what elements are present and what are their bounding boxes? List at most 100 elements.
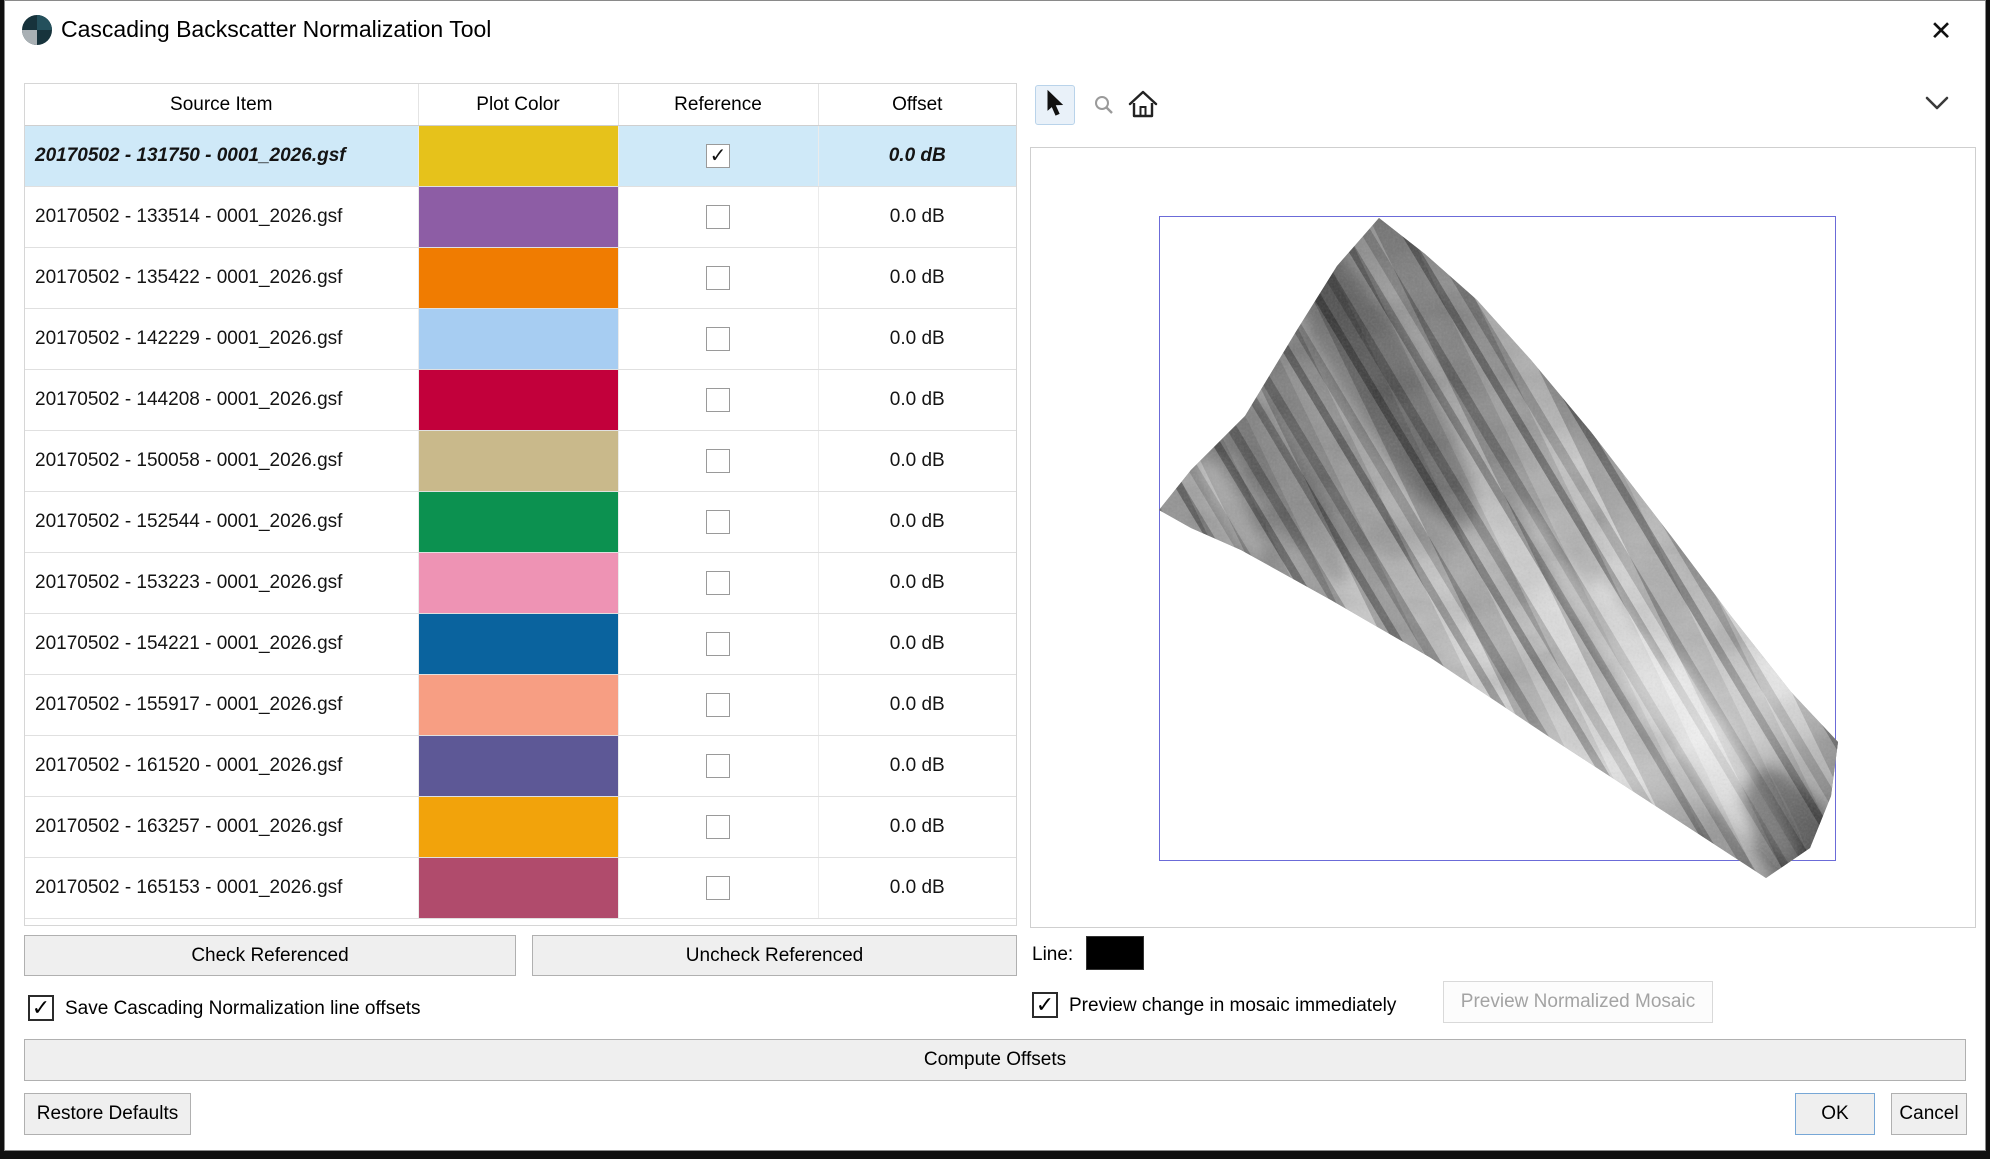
table-row[interactable]: 20170502 - 142229 - 0001_2026.gsf 0.0 dB	[25, 309, 1016, 370]
plot-color-cell[interactable]	[418, 675, 618, 736]
offset-cell[interactable]: 0.0 dB	[818, 370, 1016, 431]
col-header-plot-color[interactable]: Plot Color	[418, 84, 618, 126]
source-item-cell[interactable]: 20170502 - 154221 - 0001_2026.gsf	[25, 614, 418, 675]
offset-cell[interactable]: 0.0 dB	[818, 858, 1016, 919]
preview-immediately-checkbox[interactable]: ✓	[1032, 992, 1058, 1018]
table-row[interactable]: 20170502 - 155917 - 0001_2026.gsf 0.0 dB	[25, 675, 1016, 736]
table-row[interactable]: 20170502 - 144208 - 0001_2026.gsf 0.0 dB	[25, 370, 1016, 431]
table-row[interactable]: 20170502 - 152544 - 0001_2026.gsf 0.0 dB	[25, 492, 1016, 553]
reference-checkbox[interactable]	[706, 876, 730, 900]
reference-checkbox[interactable]	[706, 632, 730, 656]
reference-cell[interactable]	[618, 797, 818, 858]
reference-checkbox[interactable]: ✓	[706, 144, 730, 168]
reference-checkbox[interactable]	[706, 388, 730, 412]
reference-cell[interactable]	[618, 675, 818, 736]
plot-color-cell[interactable]	[418, 858, 618, 919]
table-row[interactable]: 20170502 - 133514 - 0001_2026.gsf 0.0 dB	[25, 187, 1016, 248]
source-item-cell[interactable]: 20170502 - 163257 - 0001_2026.gsf	[25, 797, 418, 858]
source-item-cell[interactable]: 20170502 - 144208 - 0001_2026.gsf	[25, 370, 418, 431]
save-offsets-checkbox[interactable]: ✓	[28, 995, 54, 1021]
plot-color-cell[interactable]	[418, 736, 618, 797]
plot-color-cell[interactable]	[418, 187, 618, 248]
select-tool-button[interactable]	[1035, 85, 1075, 125]
table-row[interactable]: 20170502 - 165153 - 0001_2026.gsf 0.0 dB	[25, 858, 1016, 919]
source-item-cell[interactable]: 20170502 - 155917 - 0001_2026.gsf	[25, 675, 418, 736]
table-row[interactable]: 20170502 - 150058 - 0001_2026.gsf 0.0 dB	[25, 431, 1016, 492]
offset-cell[interactable]: 0.0 dB	[818, 309, 1016, 370]
reference-cell[interactable]	[618, 858, 818, 919]
plot-color-cell[interactable]	[418, 492, 618, 553]
reference-checkbox[interactable]	[706, 449, 730, 473]
table-row[interactable]: 20170502 - 161520 - 0001_2026.gsf 0.0 dB	[25, 736, 1016, 797]
source-item-cell[interactable]: 20170502 - 133514 - 0001_2026.gsf	[25, 187, 418, 248]
col-header-reference[interactable]: Reference	[618, 84, 818, 126]
ok-button[interactable]: OK	[1795, 1093, 1875, 1135]
offset-cell[interactable]: 0.0 dB	[818, 248, 1016, 309]
reference-checkbox[interactable]	[706, 815, 730, 839]
reference-checkbox[interactable]	[706, 693, 730, 717]
source-item-cell[interactable]: 20170502 - 135422 - 0001_2026.gsf	[25, 248, 418, 309]
uncheck-referenced-button[interactable]: Uncheck Referenced	[532, 935, 1017, 976]
source-item-cell[interactable]: 20170502 - 161520 - 0001_2026.gsf	[25, 736, 418, 797]
restore-defaults-button[interactable]: Restore Defaults	[24, 1093, 191, 1135]
plot-color-cell[interactable]	[418, 797, 618, 858]
reference-cell[interactable]: ✓	[618, 126, 818, 187]
offset-cell[interactable]: 0.0 dB	[818, 736, 1016, 797]
reference-cell[interactable]	[618, 248, 818, 309]
plot-color-cell[interactable]	[418, 614, 618, 675]
reference-cell[interactable]	[618, 370, 818, 431]
compute-offsets-button[interactable]: Compute Offsets	[24, 1039, 1966, 1081]
reference-checkbox[interactable]	[706, 754, 730, 778]
source-item-cell[interactable]: 20170502 - 165153 - 0001_2026.gsf	[25, 858, 418, 919]
offset-cell[interactable]: 0.0 dB	[818, 614, 1016, 675]
collapse-panel-button[interactable]	[1923, 96, 1951, 114]
close-icon[interactable]: ✕	[1923, 13, 1959, 49]
table-row[interactable]: 20170502 - 131750 - 0001_2026.gsf ✓ 0.0 dB	[25, 126, 1016, 187]
offset-cell[interactable]: 0.0 dB	[818, 431, 1016, 492]
reference-cell[interactable]	[618, 187, 818, 248]
check-referenced-button[interactable]: Check Referenced	[24, 935, 516, 976]
reference-checkbox[interactable]	[706, 571, 730, 595]
reference-cell[interactable]	[618, 492, 818, 553]
table-row[interactable]: 20170502 - 163257 - 0001_2026.gsf 0.0 dB	[25, 797, 1016, 858]
source-item-cell[interactable]: 20170502 - 152544 - 0001_2026.gsf	[25, 492, 418, 553]
source-item-cell[interactable]: 20170502 - 142229 - 0001_2026.gsf	[25, 309, 418, 370]
source-item-cell[interactable]: 20170502 - 153223 - 0001_2026.gsf	[25, 553, 418, 614]
col-header-source-item[interactable]: Source Item	[25, 84, 418, 126]
reference-cell[interactable]	[618, 309, 818, 370]
plot-color-cell[interactable]	[418, 370, 618, 431]
reference-cell[interactable]	[618, 614, 818, 675]
save-offsets-label: Save Cascading Normalization line offset…	[65, 998, 421, 1020]
plot-color-cell[interactable]	[418, 309, 618, 370]
mosaic-preview-panel[interactable]	[1030, 147, 1976, 928]
offset-cell[interactable]: 0.0 dB	[818, 187, 1016, 248]
zoom-tool-button[interactable]	[1093, 96, 1115, 118]
source-item-cell[interactable]: 20170502 - 131750 - 0001_2026.gsf	[25, 126, 418, 187]
table-row[interactable]: 20170502 - 153223 - 0001_2026.gsf 0.0 dB	[25, 553, 1016, 614]
reference-cell[interactable]	[618, 736, 818, 797]
home-view-button[interactable]	[1127, 91, 1159, 121]
reference-checkbox[interactable]	[706, 205, 730, 229]
table-row[interactable]: 20170502 - 135422 - 0001_2026.gsf 0.0 dB	[25, 248, 1016, 309]
reference-checkbox[interactable]	[706, 510, 730, 534]
reference-checkbox[interactable]	[706, 266, 730, 290]
plot-color-cell[interactable]	[418, 553, 618, 614]
offset-cell[interactable]: 0.0 dB	[818, 675, 1016, 736]
offset-cell[interactable]: 0.0 dB	[818, 553, 1016, 614]
reference-checkbox[interactable]	[706, 327, 730, 351]
cancel-button[interactable]: Cancel	[1891, 1093, 1967, 1135]
preview-normalized-mosaic-button[interactable]: Preview Normalized Mosaic	[1443, 981, 1713, 1023]
plot-color-cell[interactable]	[418, 126, 618, 187]
plot-color-swatch	[419, 370, 618, 430]
source-item-cell[interactable]: 20170502 - 150058 - 0001_2026.gsf	[25, 431, 418, 492]
reference-cell[interactable]	[618, 431, 818, 492]
plot-color-cell[interactable]	[418, 248, 618, 309]
offset-cell[interactable]: 0.0 dB	[818, 492, 1016, 553]
col-header-offset[interactable]: Offset	[818, 84, 1016, 126]
table-row[interactable]: 20170502 - 154221 - 0001_2026.gsf 0.0 dB	[25, 614, 1016, 675]
plot-color-swatch	[419, 797, 618, 857]
plot-color-cell[interactable]	[418, 431, 618, 492]
reference-cell[interactable]	[618, 553, 818, 614]
offset-cell[interactable]: 0.0 dB	[818, 126, 1016, 187]
offset-cell[interactable]: 0.0 dB	[818, 797, 1016, 858]
